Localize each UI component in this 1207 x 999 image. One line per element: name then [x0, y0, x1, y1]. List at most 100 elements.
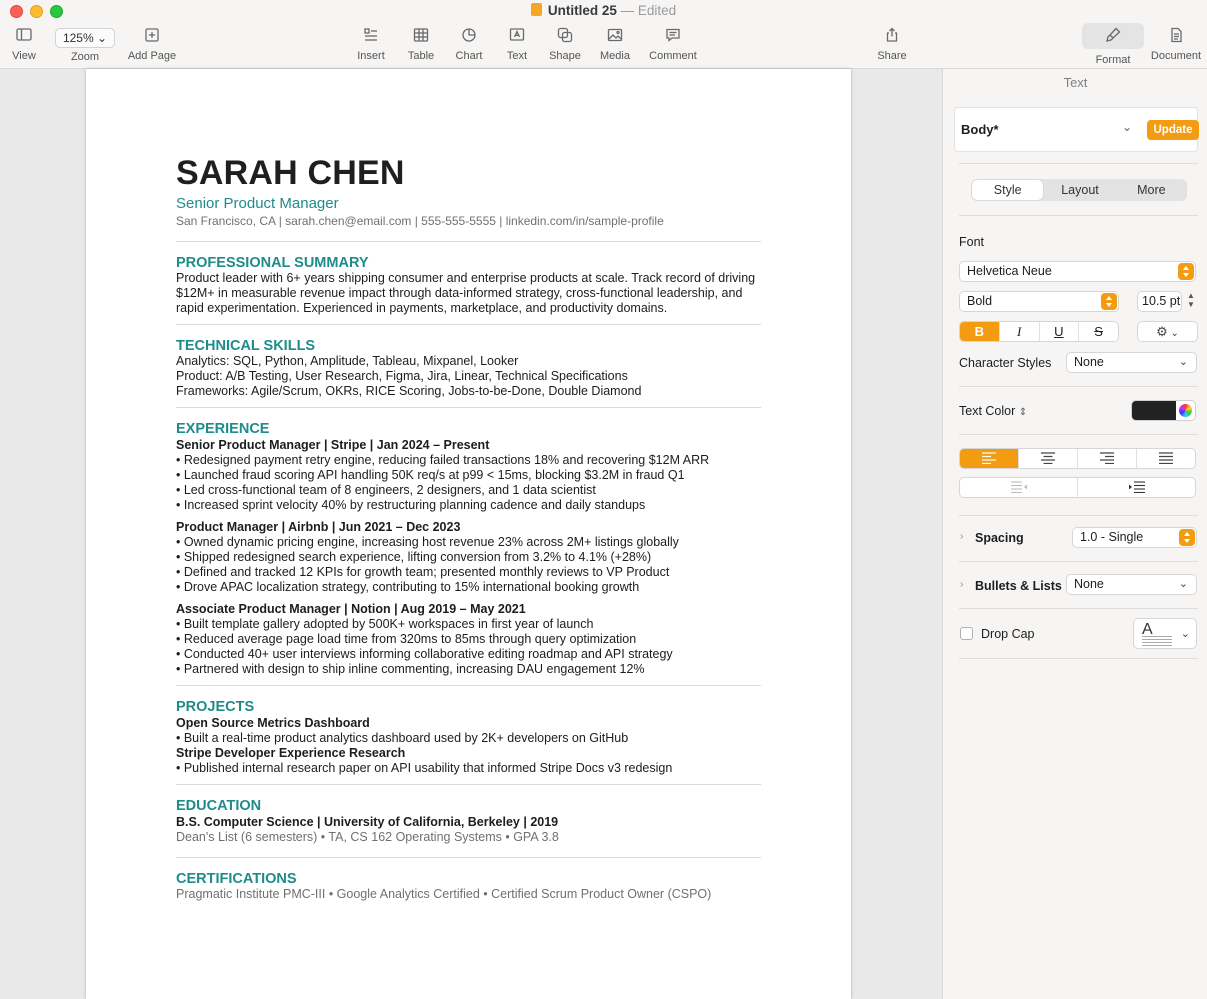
job-bullet[interactable]: • Reduced average page load time from 32…	[176, 632, 761, 647]
spacing-value: 1.0 - Single	[1080, 530, 1144, 544]
experience-heading[interactable]: EXPERIENCE	[176, 421, 761, 437]
job-role[interactable]: Product Manager | Airbnb | Jun 2021 – De…	[176, 520, 761, 535]
advanced-options-button[interactable]: ⚙ ⌄	[1137, 321, 1198, 342]
table-button[interactable]: Table	[403, 26, 439, 62]
tab-layout[interactable]: Layout	[1044, 179, 1115, 201]
document-canvas[interactable]: SARAH CHEN Senior Product Manager San Fr…	[0, 69, 942, 999]
chevron-down-icon[interactable]: ⌄	[1122, 120, 1132, 134]
media-label: Media	[600, 50, 630, 62]
skills-line[interactable]: Analytics: SQL, Python, Amplitude, Table…	[176, 354, 761, 369]
text-color-label-text: Text Color	[959, 404, 1016, 418]
bullets-lists-value: None	[1074, 577, 1104, 591]
tab-more[interactable]: More	[1116, 179, 1187, 201]
bullets-lists-label[interactable]: Bullets & Lists	[975, 579, 1062, 593]
skills-section: TECHNICAL SKILLS Analytics: SQL, Python,…	[176, 324, 761, 399]
font-weight-popup[interactable]: Bold	[959, 291, 1119, 312]
zoom-dropdown[interactable]: 125% ⌄	[55, 28, 115, 48]
text-box-button[interactable]: Text	[499, 26, 535, 62]
drop-cap-checkbox[interactable]	[960, 627, 973, 640]
media-button[interactable]: Media	[596, 26, 634, 62]
color-wheel-icon[interactable]	[1179, 404, 1192, 417]
job-bullet[interactable]: • Conducted 40+ user interviews informin…	[176, 647, 761, 662]
text-color-label[interactable]: Text Color ⇕	[959, 404, 1027, 418]
align-left-icon	[982, 452, 996, 465]
job-bullet[interactable]: • Drove APAC localization strategy, cont…	[176, 580, 761, 595]
job-bullet[interactable]: • Partnered with design to ship inline c…	[176, 662, 761, 677]
job-bullet[interactable]: • Launched fraud scoring API handling 50…	[176, 468, 761, 483]
document-page[interactable]: SARAH CHEN Senior Product Manager San Fr…	[86, 69, 851, 999]
resume-body[interactable]: SARAH CHEN Senior Product Manager San Fr…	[176, 155, 761, 902]
chevron-down-icon: ⌄	[1180, 628, 1190, 640]
comment-button[interactable]: Comment	[646, 26, 700, 62]
inspector-title: Text	[1063, 75, 1088, 90]
job-bullet[interactable]: • Built template gallery adopted by 500K…	[176, 617, 761, 632]
resume-name[interactable]: SARAH CHEN	[176, 155, 761, 191]
increase-indent-button[interactable]	[1078, 478, 1195, 497]
skills-heading[interactable]: TECHNICAL SKILLS	[176, 338, 761, 354]
resume-contact-line[interactable]: San Francisco, CA | sarah.chen@email.com…	[176, 213, 761, 229]
job-bullet[interactable]: • Redesigned payment retry engine, reduc…	[176, 453, 761, 468]
job-bullet[interactable]: • Owned dynamic pricing engine, increasi…	[176, 535, 761, 550]
align-left-button[interactable]	[960, 449, 1019, 468]
format-button[interactable]: Format	[1082, 23, 1144, 66]
align-center-icon	[1041, 452, 1055, 465]
character-styles-popup[interactable]: None ⌄	[1066, 352, 1197, 373]
bullets-disclosure-icon[interactable]: ›	[960, 579, 963, 590]
job-role[interactable]: Associate Product Manager | Notion | Aug…	[176, 602, 761, 617]
education-degree[interactable]: B.S. Computer Science | University of Ca…	[176, 815, 761, 830]
bullets-lists-popup[interactable]: None ⌄	[1066, 574, 1197, 595]
font-weight-value: Bold	[967, 294, 993, 308]
resume-job-title[interactable]: Senior Product Manager	[176, 195, 761, 213]
project-title[interactable]: Open Source Metrics Dashboard	[176, 716, 761, 731]
skills-line[interactable]: Product: A/B Testing, User Research, Fig…	[176, 369, 761, 384]
bold-button[interactable]: B	[960, 322, 1000, 341]
spacing-disclosure-icon[interactable]: ›	[960, 531, 963, 542]
projects-heading[interactable]: PROJECTS	[176, 699, 761, 715]
education-heading[interactable]: EDUCATION	[176, 798, 761, 814]
font-family-popup[interactable]: Helvetica Neue	[959, 261, 1196, 282]
tab-style[interactable]: Style	[972, 180, 1044, 200]
justify-button[interactable]	[1137, 449, 1195, 468]
insert-label: Insert	[357, 50, 385, 62]
job-bullet[interactable]: • Shipped redesigned search experience, …	[176, 550, 761, 565]
certifications-text[interactable]: Pragmatic Institute PMC-III • Google Ana…	[176, 887, 761, 902]
share-button[interactable]: Share	[873, 26, 911, 62]
summary-text[interactable]: Product leader with 6+ years shipping co…	[176, 271, 761, 316]
chart-button[interactable]: Chart	[451, 26, 487, 62]
align-center-button[interactable]	[1019, 449, 1078, 468]
align-right-button[interactable]	[1078, 449, 1137, 468]
job-bullet[interactable]: • Increased sprint velocity 40% by restr…	[176, 498, 761, 513]
add-page-button[interactable]: Add Page	[124, 26, 180, 62]
summary-heading[interactable]: PROFESSIONAL SUMMARY	[176, 255, 761, 271]
font-size-stepper[interactable]: ▲ ▼	[1186, 291, 1196, 312]
spacing-popup[interactable]: 1.0 - Single	[1072, 527, 1197, 548]
format-inspector: Text Body* ⌄ Update Style Layout More Fo…	[942, 69, 1207, 999]
project-bullet[interactable]: • Published internal research paper on A…	[176, 761, 761, 776]
certifications-heading[interactable]: CERTIFICATIONS	[176, 871, 761, 887]
shape-button[interactable]: Shape	[547, 26, 583, 62]
project-bullet[interactable]: • Built a real-time product analytics da…	[176, 731, 761, 746]
text-color-well[interactable]	[1131, 400, 1196, 421]
italic-button[interactable]: I	[1000, 322, 1040, 341]
document-button[interactable]: Document	[1148, 26, 1204, 62]
project-title[interactable]: Stripe Developer Experience Research	[176, 746, 761, 761]
education-details[interactable]: Dean's List (6 semesters) • TA, CS 162 O…	[176, 830, 761, 845]
insert-button[interactable]: Insert	[353, 26, 389, 62]
font-size-field[interactable]: 10.5 pt	[1137, 291, 1182, 312]
format-label: Format	[1095, 54, 1131, 66]
view-button[interactable]: View	[6, 26, 42, 62]
paragraph-style-selector[interactable]: Body* ⌄ Update	[954, 107, 1199, 152]
decrease-indent-button[interactable]	[960, 478, 1078, 497]
job-bullet[interactable]: • Defined and tracked 12 KPIs for growth…	[176, 565, 761, 580]
zoom-control[interactable]: 125% ⌄ Zoom	[53, 26, 117, 63]
job-bullet[interactable]: • Led cross-functional team of 8 enginee…	[176, 483, 761, 498]
color-swatch[interactable]	[1132, 401, 1176, 420]
underline-button[interactable]: U	[1040, 322, 1080, 341]
job-role[interactable]: Senior Product Manager | Stripe | Jan 20…	[176, 438, 761, 453]
drop-cap-style-popup[interactable]: A ⌄	[1133, 618, 1197, 649]
update-style-button[interactable]: Update	[1147, 120, 1199, 140]
spacing-label[interactable]: Spacing	[975, 531, 1024, 545]
paragraph-style-name[interactable]: Body*	[961, 122, 999, 137]
strikethrough-button[interactable]: S	[1079, 322, 1118, 341]
skills-line[interactable]: Frameworks: Agile/Scrum, OKRs, RICE Scor…	[176, 384, 761, 399]
